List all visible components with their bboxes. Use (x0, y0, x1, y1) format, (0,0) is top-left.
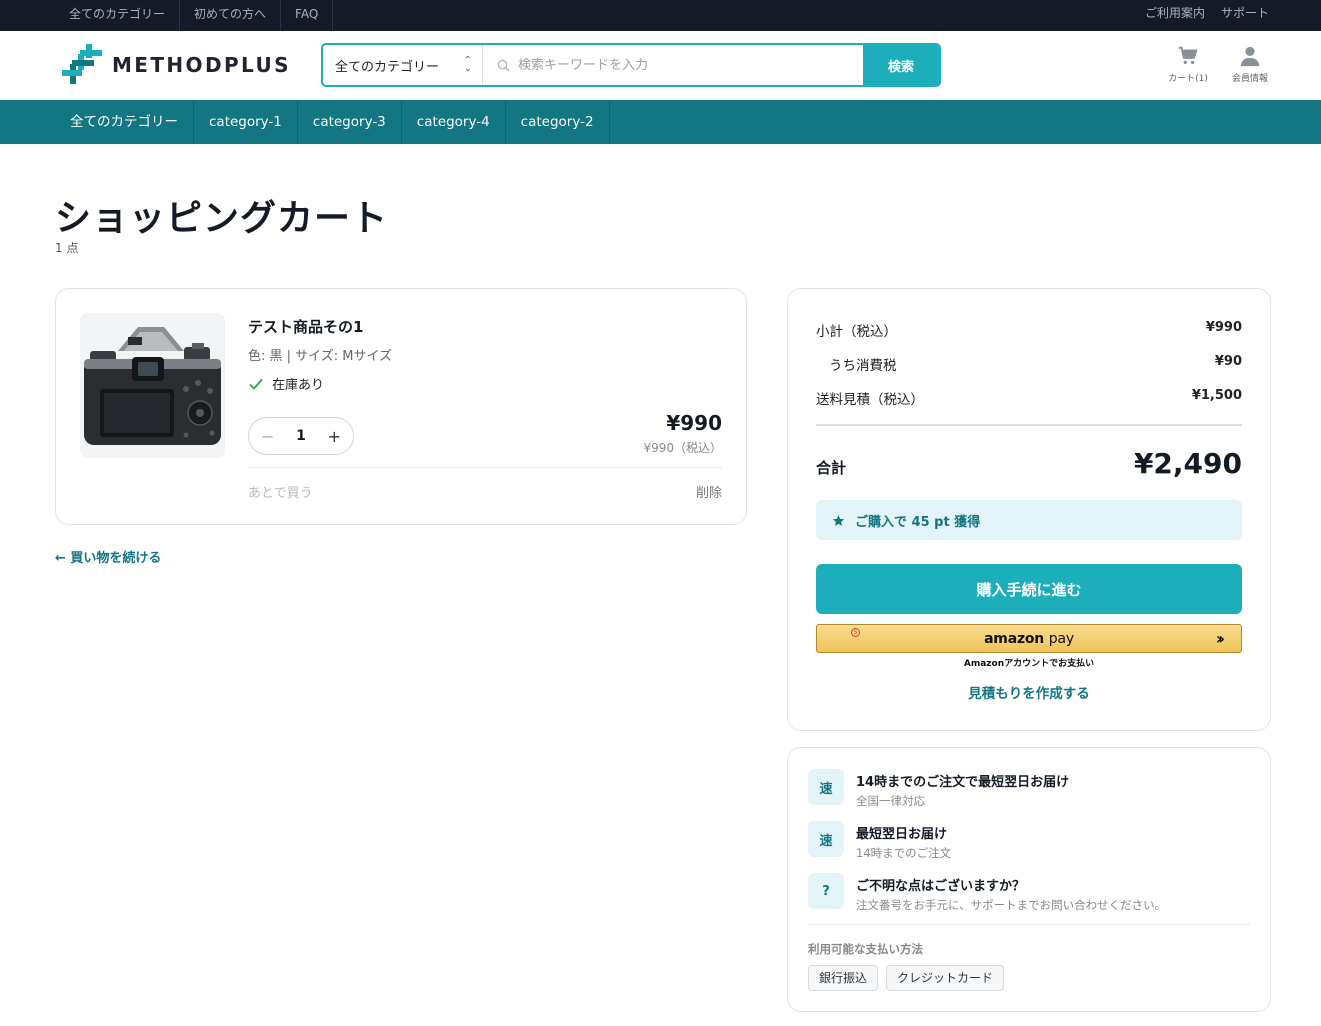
top-right-links: ご利用案内 サポート (1145, 0, 1269, 27)
delete-item-link[interactable]: 削除 (696, 482, 722, 501)
site-header: METHODPLUS 全てのカテゴリー ⌃⌄ 検索 カート(1) (0, 31, 1321, 100)
amazon-pay-caption: Amazonアカウントでお支払い (963, 659, 1095, 669)
logo-mark-icon (62, 44, 102, 84)
item-price-tax: ¥990（税込） (643, 441, 722, 455)
cart-item-card: テスト商品その1 色: 黒 | サイズ: Mサイズ 在庫あり − 1 + ¥99… (55, 288, 747, 525)
product-name[interactable]: テスト商品その1 (248, 316, 363, 337)
item-price: ¥990 (666, 411, 722, 435)
info-title: 最短翌日お届け (856, 827, 948, 842)
search-field-wrapper (483, 45, 863, 85)
quantity-stepper: − 1 + (248, 417, 354, 455)
subtotal-row: 小計（税込） ¥990 (816, 320, 1242, 340)
info-item-next-day: 速 最短翌日お届け 14時までのご注文 (808, 821, 951, 861)
tax-label: うち消費税 (829, 358, 897, 374)
product-options: 色: 黒 | サイズ: Mサイズ (248, 349, 393, 364)
quantity-value[interactable]: 1 (296, 428, 306, 444)
nav-item-category-3[interactable]: category-3 (298, 100, 402, 144)
tax-value: ¥90 (1214, 354, 1242, 369)
star-icon (832, 514, 845, 526)
nav-item-category-2[interactable]: category-2 (506, 100, 610, 144)
info-card: 速 14時までのご注文で最短翌日お届け 全国一律対応 速 最短翌日お届け 14時… (787, 747, 1271, 1012)
info-subtitle: 全国一律対応 (856, 794, 925, 808)
info-item-help: ? ご不明な点はございますか？ 注文番号をお手元に、サポートまでお問い合わせくだ… (808, 873, 1166, 913)
continue-shopping-link[interactable]: ← 買い物を続ける (55, 547, 161, 566)
info-subtitle: 注文番号をお手元に、サポートまでお問い合わせください。 (856, 898, 1167, 912)
payment-methods: 銀行振込 クレジットカード (808, 965, 1005, 991)
search-input[interactable] (518, 57, 848, 73)
account-label: 会員情報 (1231, 74, 1268, 84)
stock-label: 在庫あり (272, 378, 325, 393)
payment-methods-label: 利用可能な支払い方法 (808, 942, 923, 956)
fast-delivery-icon: 速 (808, 769, 844, 805)
account-button[interactable]: 会員情報 (1229, 45, 1271, 84)
search-bar: 全てのカテゴリー ⌃ ⌄ 検索 (321, 43, 941, 87)
create-quote-link[interactable]: 見積もりを作成する (816, 682, 1242, 702)
amazon-pay-logo: amazon pay (984, 630, 1074, 647)
top-link-guide[interactable]: ご利用案内 (1145, 0, 1205, 27)
check-icon (249, 378, 263, 390)
amazon-pay-button[interactable]: S amazon pay ›› (816, 624, 1242, 653)
info-subtitle: 14時までのご注文 (856, 846, 952, 860)
search-category-value: 全てのカテゴリー (335, 59, 440, 75)
checkout-button[interactable]: 購入手続に進む (816, 564, 1242, 614)
save-for-later-link[interactable]: あとで買う (248, 482, 313, 501)
top-link-all-categories[interactable]: 全てのカテゴリー (55, 0, 181, 31)
logo-text: METHODPLUS (112, 53, 291, 77)
stock-status: 在庫あり (248, 374, 324, 393)
points-banner: ご購入で 45 pt 獲得 (816, 500, 1242, 540)
points-text: ご購入で 45 pt 獲得 (855, 514, 981, 530)
nav-item-all-categories[interactable]: 全てのカテゴリー (55, 100, 194, 144)
total-label: 合計 (816, 459, 847, 477)
shipping-value: ¥1,500 (1191, 388, 1242, 403)
nav-item-category-1[interactable]: category-1 (194, 100, 298, 144)
s-badge-icon: S (851, 628, 860, 637)
search-icon (497, 59, 510, 72)
double-chevron-right-icon: ›› (1215, 629, 1225, 648)
top-left-links: 全てのカテゴリー 初めての方へ FAQ (55, 0, 334, 31)
payment-tag-credit-card: クレジットカード (886, 965, 1005, 991)
info-title: ご不明な点はございますか？ (856, 879, 1026, 894)
site-logo[interactable]: METHODPLUS (62, 44, 291, 86)
category-nav: 全てのカテゴリー category-1 category-3 category-… (0, 100, 1321, 144)
cart-button[interactable]: カート(1) (1167, 45, 1209, 84)
subtotal-value: ¥990 (1205, 320, 1242, 335)
shipping-row: 送料見積（税込） ¥1,500 (816, 388, 1242, 408)
info-divider (808, 924, 1250, 925)
tax-row: うち消費税 ¥90 (816, 354, 1242, 374)
top-link-faq[interactable]: FAQ (281, 0, 334, 31)
total-row: 合計 ¥2,490 (816, 447, 1242, 480)
item-count: 1 点 (55, 241, 79, 255)
shipping-label: 送料見積（税込） (816, 392, 924, 408)
fast-delivery-icon: 速 (808, 821, 844, 857)
camera-image (80, 313, 225, 458)
quantity-decrease-button[interactable]: − (261, 427, 274, 446)
search-button[interactable]: 検索 (863, 45, 939, 85)
top-utility-bar: 全てのカテゴリー 初めての方へ FAQ ご利用案内 サポート (0, 0, 1321, 31)
order-summary-card: 小計（税込） ¥990 うち消費税 ¥90 送料見積（税込） ¥1,500 合計… (787, 288, 1271, 731)
payment-tag-bank-transfer: 銀行振込 (808, 965, 879, 991)
search-category-select[interactable]: 全てのカテゴリー ⌃ ⌄ (323, 45, 483, 85)
total-value: ¥2,490 (1133, 447, 1242, 480)
select-chevron-icon: ⌃ ⌄ (463, 55, 472, 74)
item-divider (248, 467, 722, 468)
cart-icon (1178, 46, 1198, 65)
nav-item-category-4[interactable]: category-4 (402, 100, 506, 144)
cart-label: カート(1) (1168, 74, 1208, 84)
question-icon: ? (808, 873, 844, 909)
page-title: ショッピングカート (55, 198, 389, 239)
info-item-fast-delivery: 速 14時までのご注文で最短翌日お届け 全国一律対応 (808, 769, 1069, 809)
product-image[interactable] (80, 313, 225, 458)
top-link-beginners[interactable]: 初めての方へ (180, 0, 282, 31)
info-title: 14時までのご注文で最短翌日お届け (856, 775, 1070, 790)
header-icons: カート(1) 会員情報 (1167, 45, 1271, 84)
user-icon (1240, 46, 1260, 67)
summary-divider (816, 424, 1242, 426)
top-link-support[interactable]: サポート (1221, 0, 1269, 27)
quantity-increase-button[interactable]: + (328, 427, 341, 446)
subtotal-label: 小計（税込） (816, 324, 897, 340)
